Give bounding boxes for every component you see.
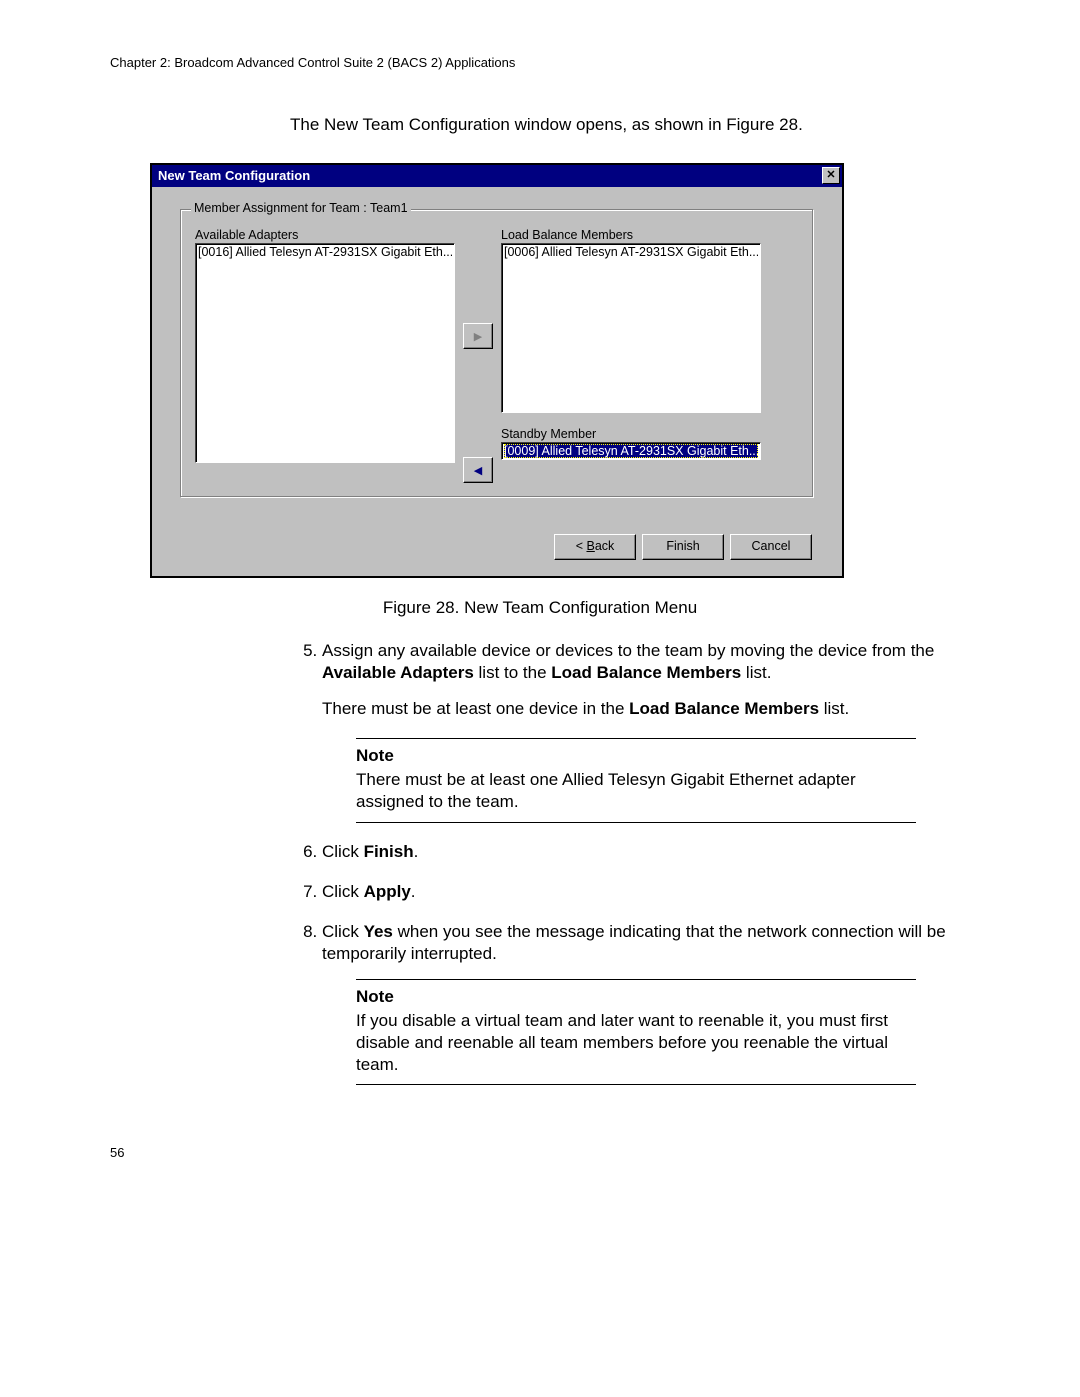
move-right-button[interactable]: ▶	[463, 323, 493, 349]
step5-bold-2: Load Balance Members	[551, 663, 741, 682]
move-left-button[interactable]: ◀	[463, 457, 493, 483]
back-button-post: ack	[595, 539, 614, 553]
step5-para-a: There must be at least one device in the	[322, 699, 629, 718]
page-number: 56	[110, 1145, 970, 1160]
standby-member-label: Standby Member	[501, 427, 761, 441]
step8-bold: Yes	[364, 922, 393, 941]
back-button-underline: B	[586, 539, 594, 553]
step7-text-c: .	[411, 882, 416, 901]
note-title: Note	[356, 986, 916, 1008]
step6-text-a: Click	[322, 842, 364, 861]
step8-text-c: when you see the message indicating that…	[322, 922, 946, 963]
note-body: There must be at least one Allied Telesy…	[356, 769, 916, 813]
intro-paragraph: The New Team Configuration window opens,…	[290, 115, 970, 135]
triangle-right-icon: ▶	[474, 330, 482, 343]
list-item[interactable]: [0016] Allied Telesyn AT-2931SX Gigabit …	[198, 245, 452, 259]
note-1: Note There must be at least one Allied T…	[356, 738, 916, 822]
back-button-pre: <	[576, 539, 587, 553]
load-balance-label: Load Balance Members	[501, 228, 761, 242]
triangle-left-icon: ◀	[474, 464, 482, 477]
step5-text-d: list.	[741, 663, 771, 682]
new-team-config-dialog: New Team Configuration ✕ Member Assignme…	[150, 163, 844, 578]
step-5: Assign any available device or devices t…	[322, 640, 970, 823]
dialog-titlebar: New Team Configuration ✕	[152, 165, 842, 187]
available-adapters-list[interactable]: [0016] Allied Telesyn AT-2931SX Gigabit …	[195, 243, 455, 463]
available-adapters-label: Available Adapters	[195, 228, 455, 242]
step8-text-a: Click	[322, 922, 364, 941]
step5-para-bold: Load Balance Members	[629, 699, 819, 718]
step5-text-a: Assign any available device or devices t…	[322, 641, 934, 660]
list-item[interactable]: [0009] Allied Telesyn AT-2931SX Gigabit …	[504, 444, 758, 458]
back-button[interactable]: < Back	[554, 534, 636, 560]
step-7: Click Apply.	[322, 881, 970, 903]
step-8: Click Yes when you see the message indic…	[322, 921, 970, 1086]
note-body: If you disable a virtual team and later …	[356, 1010, 916, 1076]
note-title: Note	[356, 745, 916, 767]
load-balance-list[interactable]: [0006] Allied Telesyn AT-2931SX Gigabit …	[501, 243, 761, 413]
list-item[interactable]: [0006] Allied Telesyn AT-2931SX Gigabit …	[504, 245, 758, 259]
chapter-header: Chapter 2: Broadcom Advanced Control Sui…	[110, 55, 970, 70]
step7-bold: Apply	[364, 882, 411, 901]
step5-text-c: list to the	[474, 663, 551, 682]
member-assignment-group: Member Assignment for Team : Team1 Avail…	[180, 209, 814, 498]
step5-bold-1: Available Adapters	[322, 663, 474, 682]
step6-bold: Finish	[364, 842, 414, 861]
steps-section: Assign any available device or devices t…	[290, 640, 970, 1085]
step-6: Click Finish.	[322, 841, 970, 863]
finish-button[interactable]: Finish	[642, 534, 724, 560]
close-icon[interactable]: ✕	[822, 167, 840, 184]
step5-para-c: list.	[819, 699, 849, 718]
standby-member-list[interactable]: [0009] Allied Telesyn AT-2931SX Gigabit …	[501, 442, 761, 460]
note-2: Note If you disable a virtual team and l…	[356, 979, 916, 1085]
group-legend: Member Assignment for Team : Team1	[191, 201, 411, 215]
figure-caption: Figure 28. New Team Configuration Menu	[110, 598, 970, 618]
cancel-button[interactable]: Cancel	[730, 534, 812, 560]
step6-text-c: .	[414, 842, 419, 861]
dialog-title: New Team Configuration	[158, 168, 310, 183]
step7-text-a: Click	[322, 882, 364, 901]
